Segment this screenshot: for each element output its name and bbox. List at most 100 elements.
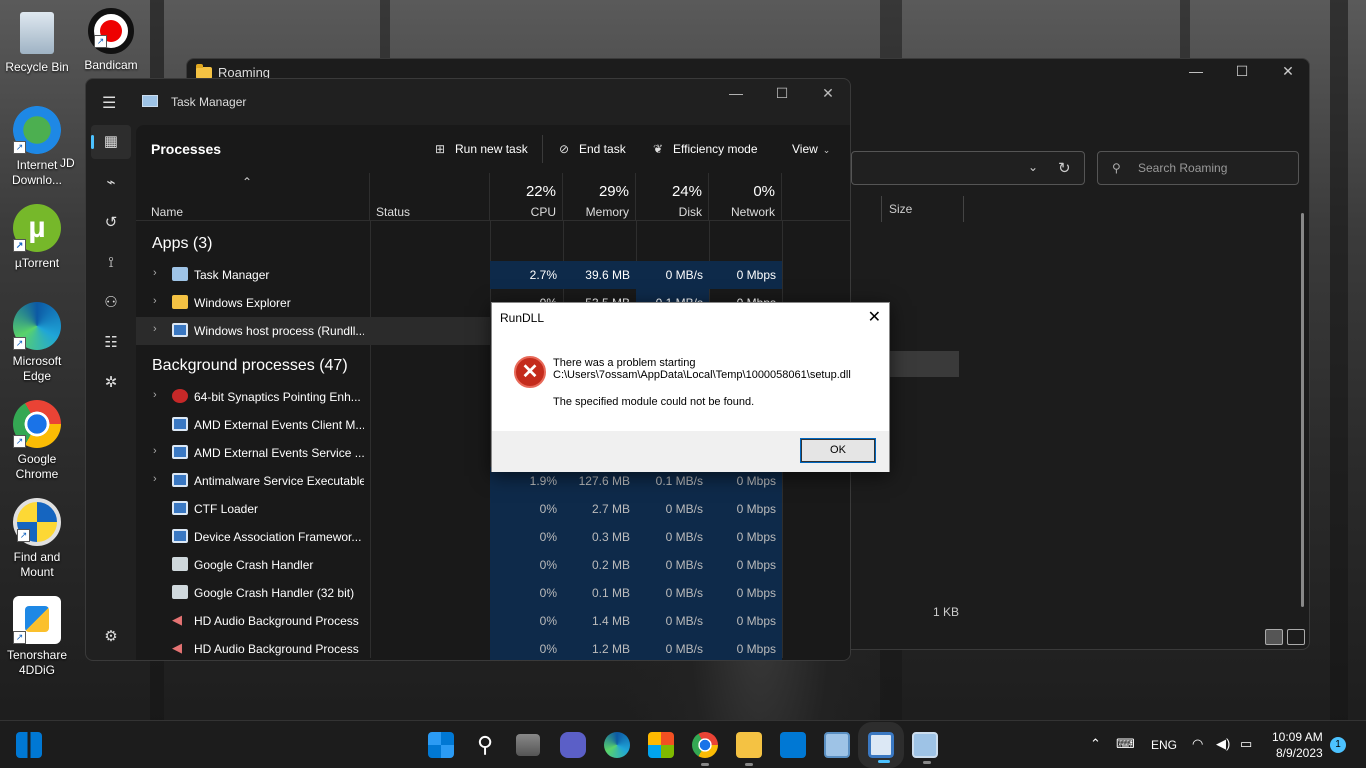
- explorer-maximize-button[interactable]: ☐: [1219, 63, 1265, 80]
- processes-nav-icon[interactable]: ▦: [91, 125, 131, 159]
- desktop-icon-label: Find and Mount: [13, 550, 61, 579]
- process-row-hd-audio[interactable]: ◀ HD Audio Background Process 0% 1.4 MB …: [136, 607, 836, 635]
- view-dropdown[interactable]: View ⌄: [792, 142, 830, 156]
- column-header-name[interactable]: ⌃ Name: [136, 173, 370, 221]
- minimize-button[interactable]: —: [713, 85, 759, 101]
- tiles-view-icon[interactable]: [1287, 629, 1305, 645]
- run-new-task-button[interactable]: ⊞ Run new task: [432, 142, 528, 156]
- ok-button[interactable]: OK: [800, 438, 876, 463]
- dialog-close-button[interactable]: ✕: [868, 307, 881, 327]
- users-nav-icon[interactable]: ⚇: [99, 291, 123, 315]
- mail-icon[interactable]: [780, 732, 806, 758]
- chevron-right-icon[interactable]: ›: [153, 323, 157, 335]
- explorer-address-bar[interactable]: ⌄ ↻: [851, 151, 1085, 185]
- memory-cell: 0.1 MB: [563, 579, 636, 607]
- microsoft-store-icon[interactable]: [648, 732, 674, 758]
- chevron-right-icon[interactable]: ›: [153, 267, 157, 279]
- column-header-disk[interactable]: 24% Disk: [636, 173, 709, 221]
- desktop-icon-google-chrome[interactable]: ↗ Google Chrome: [0, 400, 74, 482]
- desktop-icon-internet-download-manager[interactable]: ↗ Internet Downlo...: [0, 106, 74, 188]
- clock-time: 10:09 AM: [1272, 730, 1323, 744]
- explorer-minimize-button[interactable]: —: [1173, 63, 1219, 79]
- disk-cell: 0 MB/s: [636, 523, 709, 551]
- hamburger-menu-icon[interactable]: ☰: [102, 93, 116, 113]
- end-task-button[interactable]: ⊘ End task: [556, 142, 626, 156]
- column-divider[interactable]: [963, 196, 964, 222]
- task-manager-taskbar-icon[interactable]: [912, 732, 938, 764]
- edge-taskbar-icon[interactable]: [604, 732, 630, 758]
- process-name: 64-bit Synaptics Pointing Enh...: [194, 390, 361, 404]
- network-cell: 0 Mbps: [709, 523, 782, 551]
- chevron-right-icon[interactable]: ›: [153, 295, 157, 307]
- column-header-size[interactable]: Size: [889, 202, 912, 216]
- chevron-right-icon[interactable]: ›: [153, 389, 157, 401]
- control-panel-icon[interactable]: [824, 732, 850, 758]
- search-icon[interactable]: ⚲: [472, 732, 498, 758]
- desktop-icon-find-and-mount[interactable]: ↗ Find and Mount: [0, 498, 74, 580]
- language-indicator[interactable]: ENG: [1151, 738, 1177, 752]
- maximize-button[interactable]: ☐: [759, 85, 805, 102]
- efficiency-mode-label: Efficiency mode: [673, 142, 758, 156]
- widgets-icon[interactable]: [16, 732, 42, 758]
- process-row-task-manager[interactable]: › Task Manager 2.7% 39.6 MB 0 MB/s 0 Mbp…: [136, 261, 836, 289]
- process-row-google-crash-handler[interactable]: Google Crash Handler 0% 0.2 MB 0 MB/s 0 …: [136, 551, 836, 579]
- app-window-icon: [172, 529, 188, 543]
- column-header-memory[interactable]: 29% Memory: [563, 173, 636, 221]
- rundll-error-dialog[interactable]: RunDLL ✕ ✕ There was a problem starting …: [491, 302, 890, 472]
- teams-chat-icon[interactable]: [560, 732, 586, 758]
- performance-nav-icon[interactable]: ⌁: [99, 171, 123, 195]
- memory-cell: 1.2 MB: [563, 635, 636, 660]
- rundll-taskbar-icon[interactable]: [858, 722, 904, 768]
- app-window-icon: [172, 323, 188, 337]
- settings-gear-icon[interactable]: ⚙: [99, 625, 123, 649]
- desktop-icon-label: Internet Downlo...: [11, 158, 63, 187]
- startup-apps-nav-icon[interactable]: ⟟: [99, 251, 123, 275]
- process-row-google-crash-handler-32[interactable]: Google Crash Handler (32 bit) 0% 0.1 MB …: [136, 579, 836, 607]
- volume-icon[interactable]: ◀): [1216, 736, 1230, 752]
- desktop-icon-tenorshare[interactable]: ↗ Tenorshare 4DDiG: [0, 596, 74, 678]
- chevron-right-icon[interactable]: ›: [153, 445, 157, 457]
- desktop-icon-microsoft-edge[interactable]: ↗ Microsoft Edge: [0, 302, 74, 384]
- details-view-icon[interactable]: [1265, 629, 1283, 645]
- desktop-icon-bandicam[interactable]: ↗ Bandicam: [74, 8, 148, 73]
- notification-badge[interactable]: 1: [1330, 737, 1346, 753]
- column-divider[interactable]: [881, 196, 882, 222]
- desktop-icon-recycle-bin[interactable]: Recycle Bin: [0, 8, 74, 75]
- explorer-close-button[interactable]: ✕: [1265, 63, 1311, 80]
- chevron-up-icon[interactable]: ⌃: [1090, 736, 1101, 752]
- shortcut-arrow-icon: ↗: [13, 435, 26, 448]
- shortcut-arrow-icon: ↗: [13, 337, 26, 350]
- tenorshare-icon: ↗: [13, 596, 61, 644]
- details-nav-icon[interactable]: ☷: [99, 331, 123, 355]
- cpu-label: CPU: [530, 205, 556, 219]
- services-nav-icon[interactable]: ✲: [99, 371, 123, 395]
- column-header-cpu[interactable]: 22% CPU: [490, 173, 563, 221]
- app-history-nav-icon[interactable]: ↺: [99, 211, 123, 235]
- wifi-icon[interactable]: ◠: [1192, 736, 1203, 752]
- shortcut-arrow-icon: ↗: [13, 141, 26, 154]
- column-header-status[interactable]: Status: [370, 173, 490, 221]
- chevron-down-icon[interactable]: ⌄: [1028, 160, 1038, 174]
- shortcut-arrow-icon: ↗: [13, 631, 26, 644]
- process-row-hd-audio-2[interactable]: ◀ HD Audio Background Process 0% 1.2 MB …: [136, 635, 836, 660]
- keyboard-icon[interactable]: ⌨: [1116, 736, 1135, 752]
- process-row-device-association[interactable]: Device Association Framewor... 0% 0.3 MB…: [136, 523, 836, 551]
- cpu-cell: 0%: [490, 495, 563, 523]
- chevron-right-icon[interactable]: ›: [153, 473, 157, 485]
- explorer-scrollbar[interactable]: [1301, 213, 1304, 607]
- task-manager-titlebar[interactable]: ☰ Task Manager — ☐ ✕: [86, 79, 850, 125]
- explorer-search-input[interactable]: ⚲ Search Roaming: [1097, 151, 1299, 185]
- file-explorer-taskbar-icon[interactable]: [736, 732, 762, 766]
- process-row-ctf-loader[interactable]: CTF Loader 0% 2.7 MB 0 MB/s 0 Mbps: [136, 495, 836, 523]
- column-header-network[interactable]: 0% Network: [709, 173, 782, 221]
- chrome-taskbar-icon[interactable]: [692, 732, 718, 766]
- efficiency-mode-button[interactable]: ❦ Efficiency mode: [650, 142, 758, 156]
- battery-icon[interactable]: ▭: [1240, 736, 1252, 752]
- task-view-icon[interactable]: [516, 734, 540, 756]
- start-windows-icon[interactable]: [428, 732, 454, 758]
- desktop-icon-utorrent[interactable]: µ ↗ µTorrent: [0, 204, 74, 271]
- refresh-icon[interactable]: ↻: [1058, 159, 1071, 177]
- clock[interactable]: 10:09 AM 8/9/2023: [1272, 729, 1323, 761]
- desktop-icon-label: JD: [60, 156, 75, 170]
- close-button[interactable]: ✕: [805, 85, 850, 102]
